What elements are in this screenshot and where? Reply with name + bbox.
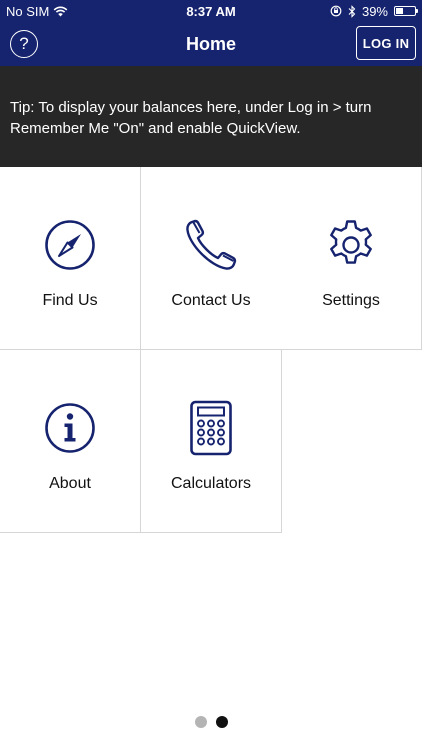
tip-text: Tip: To display your balances here, unde… <box>10 99 372 137</box>
phone-icon <box>186 219 237 270</box>
battery-icon <box>394 6 418 16</box>
gear-icon <box>330 220 372 264</box>
compass-icon <box>45 220 95 270</box>
find-us-label: Find Us <box>42 292 98 309</box>
find-us-tile[interactable]: Find Us <box>0 167 141 350</box>
settings-tile[interactable]: Settings <box>281 167 422 350</box>
contact-us-label: Contact Us <box>171 292 251 309</box>
contact-us-tile[interactable]: Contact Us <box>141 167 282 350</box>
battery-percent: 39% <box>361 3 388 19</box>
help-button[interactable]: ? <box>10 30 38 58</box>
tip-banner: Tip: To display your balances here, unde… <box>0 66 422 167</box>
battery-fill <box>396 8 404 14</box>
status-left: No SIM <box>6 4 68 19</box>
wifi-icon <box>53 6 68 16</box>
orientation-lock-icon <box>330 5 342 17</box>
calculator-icon <box>190 400 232 456</box>
page-dot-2[interactable] <box>215 716 228 728</box>
status-right: 39% <box>330 3 418 19</box>
about-label: About <box>49 475 91 492</box>
calculators-label: Calculators <box>170 475 252 492</box>
page-dot-1[interactable] <box>194 716 207 728</box>
about-tile[interactable]: About <box>0 350 141 533</box>
settings-label: Settings <box>322 292 380 309</box>
bluetooth-icon <box>348 4 356 18</box>
nav-bar: ? Home LOG IN <box>0 22 422 66</box>
status-bar: No SIM 8:37 AM 39% <box>0 0 422 22</box>
page-indicator <box>0 716 422 728</box>
login-button[interactable]: LOG IN <box>356 26 416 60</box>
calculators-tile[interactable]: Calculators <box>141 350 282 533</box>
info-icon <box>45 403 95 453</box>
carrier-label: No SIM <box>6 3 50 19</box>
help-icon: ? <box>19 34 29 53</box>
